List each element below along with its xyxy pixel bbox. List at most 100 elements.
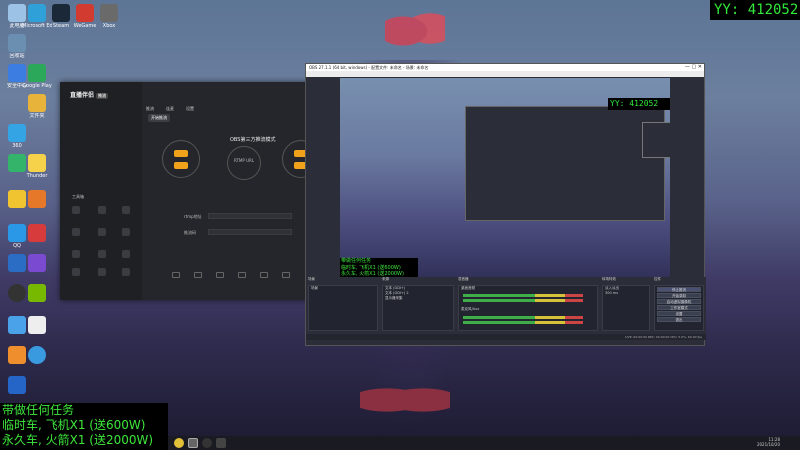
app-icon [8, 376, 26, 394]
app-icon [28, 190, 46, 208]
obs-statusbar: LIVE: 00:00:00 REC: 00:00:00 CPU: 5.0%, … [306, 334, 706, 340]
rtmp-url-field[interactable] [208, 213, 292, 219]
mixer-dock: 桌面音频 麦克风/Aux [458, 285, 598, 331]
desktop-icon[interactable] [2, 154, 32, 172]
effect-icon[interactable] [98, 206, 106, 214]
tool-icon[interactable] [122, 228, 130, 236]
promo-line: 临时车, 飞机X1 (送600W) [2, 418, 146, 432]
mixer-desktop-label: 桌面音频 [461, 286, 475, 290]
controls-header: 控件 [654, 277, 661, 281]
tool-icon[interactable] [282, 272, 290, 278]
desktop-icon[interactable]: 360 [2, 124, 32, 149]
transitions-dock: 淡入淡出 300 ms [602, 285, 650, 331]
mixer-mic-label: 麦克风/Aux [461, 307, 480, 311]
start-recording-button[interactable]: 开始录制 [657, 293, 701, 298]
desktop-icon[interactable] [22, 190, 52, 208]
record-icon[interactable] [122, 206, 130, 214]
stop-stream-button[interactable]: 停止推流 [657, 287, 701, 292]
settings-button[interactable]: 设置 [657, 311, 701, 316]
transitions-header: 转场特效 [602, 277, 616, 281]
taskbar: 11:28 2021/10/20 [168, 436, 800, 450]
desktop-audio-slider[interactable] [463, 299, 583, 302]
desktop-icon[interactable] [2, 376, 32, 394]
tool-icon[interactable] [98, 250, 106, 258]
helper-window: 直播伴侣 推流 工具箱 推流 连麦 设置 开始推流 OBS第三方推流模式 RTMP… [60, 82, 320, 300]
tool-icon[interactable] [72, 268, 80, 276]
wallpaper-bow [385, 6, 445, 56]
tool-icon[interactable] [122, 250, 130, 258]
stream-key-field[interactable] [208, 229, 292, 235]
beauty-icon[interactable] [72, 206, 80, 214]
helper-sidebar: 直播伴侣 推流 工具箱 [60, 82, 142, 300]
tool-icon[interactable] [98, 268, 106, 276]
tab-settings[interactable]: 设置 [186, 106, 194, 112]
sources-header: 来源 [382, 277, 389, 281]
tool-icon[interactable] [98, 228, 106, 236]
virtual-camera-button[interactable]: 启动虚拟摄像机 [657, 299, 701, 304]
desktop-icon[interactable]: 回收站 [2, 34, 32, 59]
wegame-icon [76, 4, 94, 22]
desktop-icon[interactable]: Google Play [22, 64, 52, 89]
app-icon [28, 224, 46, 242]
xbox-icon [100, 4, 118, 22]
scene-item[interactable]: 场景 [309, 286, 377, 291]
tool-icon[interactable] [260, 272, 268, 278]
sidebar-item-toolbox[interactable]: 工具箱 [72, 194, 84, 200]
helper-main: 推流 连麦 设置 开始推流 OBS第三方推流模式 RTMP URL rtmp地址… [142, 82, 320, 300]
obs-pill [174, 150, 188, 157]
desktop-audio-meter [463, 294, 583, 297]
desktop-icon[interactable]: Xbox [94, 4, 124, 29]
window-controls[interactable]: — ▢ ✕ [685, 64, 702, 71]
tool-icon[interactable] [194, 272, 202, 278]
clock: 11:28 2021/10/20 [756, 437, 780, 447]
tool-icon[interactable] [122, 268, 130, 276]
tool-icon[interactable] [172, 272, 180, 278]
task-view-icon[interactable] [188, 438, 198, 448]
promo-overlay: 带做任何任务 临时车, 飞机X1 (送600W) 永久车, 火箭X1 (送200… [0, 403, 168, 450]
helper-logo: 直播伴侣 推流 [70, 92, 109, 99]
desktop-icon[interactable] [22, 316, 52, 334]
folder-icon [28, 94, 46, 112]
mic-audio-meter [463, 316, 583, 319]
tab-push[interactable]: 推流 [146, 106, 154, 112]
app-taskbar-icon[interactable] [216, 438, 226, 448]
search-icon[interactable] [174, 438, 184, 448]
controls-dock: 停止推流 开始录制 启动虚拟摄像机 工作室模式 设置 退出 [654, 285, 704, 331]
tool-icon[interactable] [216, 272, 224, 278]
tool-icon[interactable] [72, 250, 80, 258]
obs-menubar [306, 71, 704, 77]
obs-taskbar-icon[interactable] [202, 438, 212, 448]
studio-mode-button[interactable]: 工作室模式 [657, 305, 701, 310]
desktop-icon[interactable] [22, 254, 52, 272]
scenes-header: 场景 [308, 277, 315, 281]
browser-icon [28, 346, 46, 364]
play-icon [28, 64, 46, 82]
desktop-icon[interactable] [22, 284, 52, 302]
desktop-icon[interactable] [22, 224, 52, 242]
app-icon [28, 254, 46, 272]
nvidia-icon [28, 284, 46, 302]
promo-line: 带做任何任务 [2, 403, 75, 417]
source-item[interactable]: 显示器采集 [383, 296, 453, 301]
tool-icon[interactable] [238, 272, 246, 278]
edge-icon [28, 4, 46, 22]
desktop-icon[interactable] [22, 346, 52, 364]
rtmp-label: RTMP URL [234, 158, 255, 163]
rtmp-url-label: rtmp地址 [184, 214, 202, 219]
key-label: 推流码 [184, 230, 196, 235]
mixer-header: 混音器 [458, 277, 469, 281]
wallpaper-boots [360, 380, 450, 420]
yy-overlay: YY: 412052 [710, 0, 800, 20]
app-icon [8, 154, 26, 172]
start-push-button[interactable]: 开始推流 [148, 114, 170, 122]
tool-icon[interactable] [72, 228, 80, 236]
mic-audio-slider[interactable] [463, 321, 583, 324]
transition-duration[interactable]: 300 ms [603, 291, 649, 296]
steam-icon [52, 4, 70, 22]
obs-circle [162, 140, 200, 178]
tab-link[interactable]: 连麦 [166, 106, 174, 112]
scenes-dock: 场景 [308, 285, 378, 331]
rtmp-circle [227, 146, 261, 180]
desktop-icon[interactable]: 文件夹 [22, 94, 52, 119]
exit-button[interactable]: 退出 [657, 317, 701, 322]
